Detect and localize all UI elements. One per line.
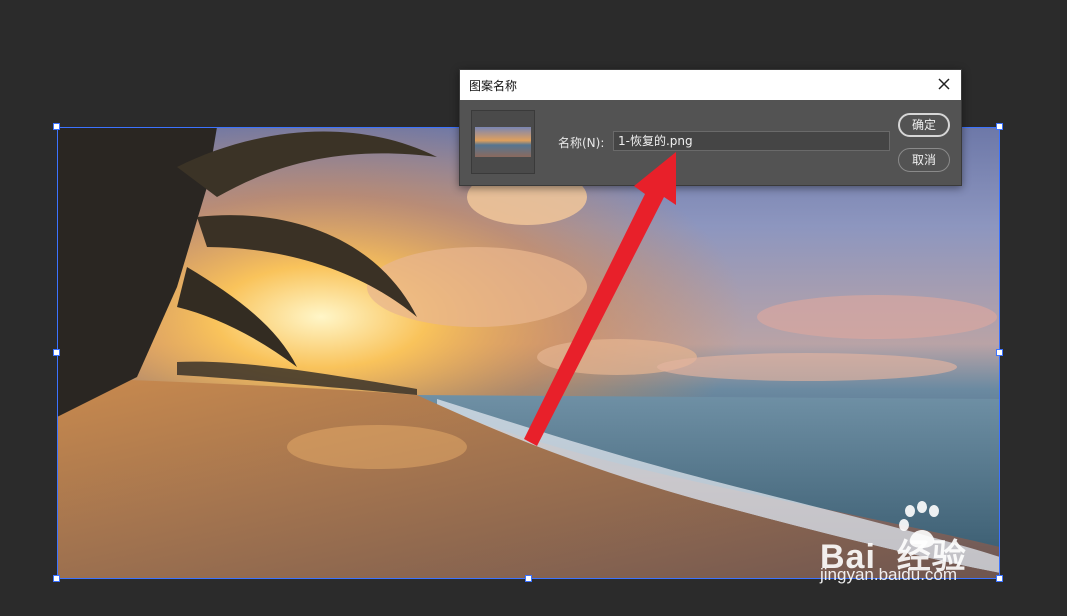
baidu-jingyan-watermark: Bai 经验 jingyan.baidu.com <box>818 499 1018 589</box>
watermark-url: jingyan.baidu.com <box>820 565 958 584</box>
